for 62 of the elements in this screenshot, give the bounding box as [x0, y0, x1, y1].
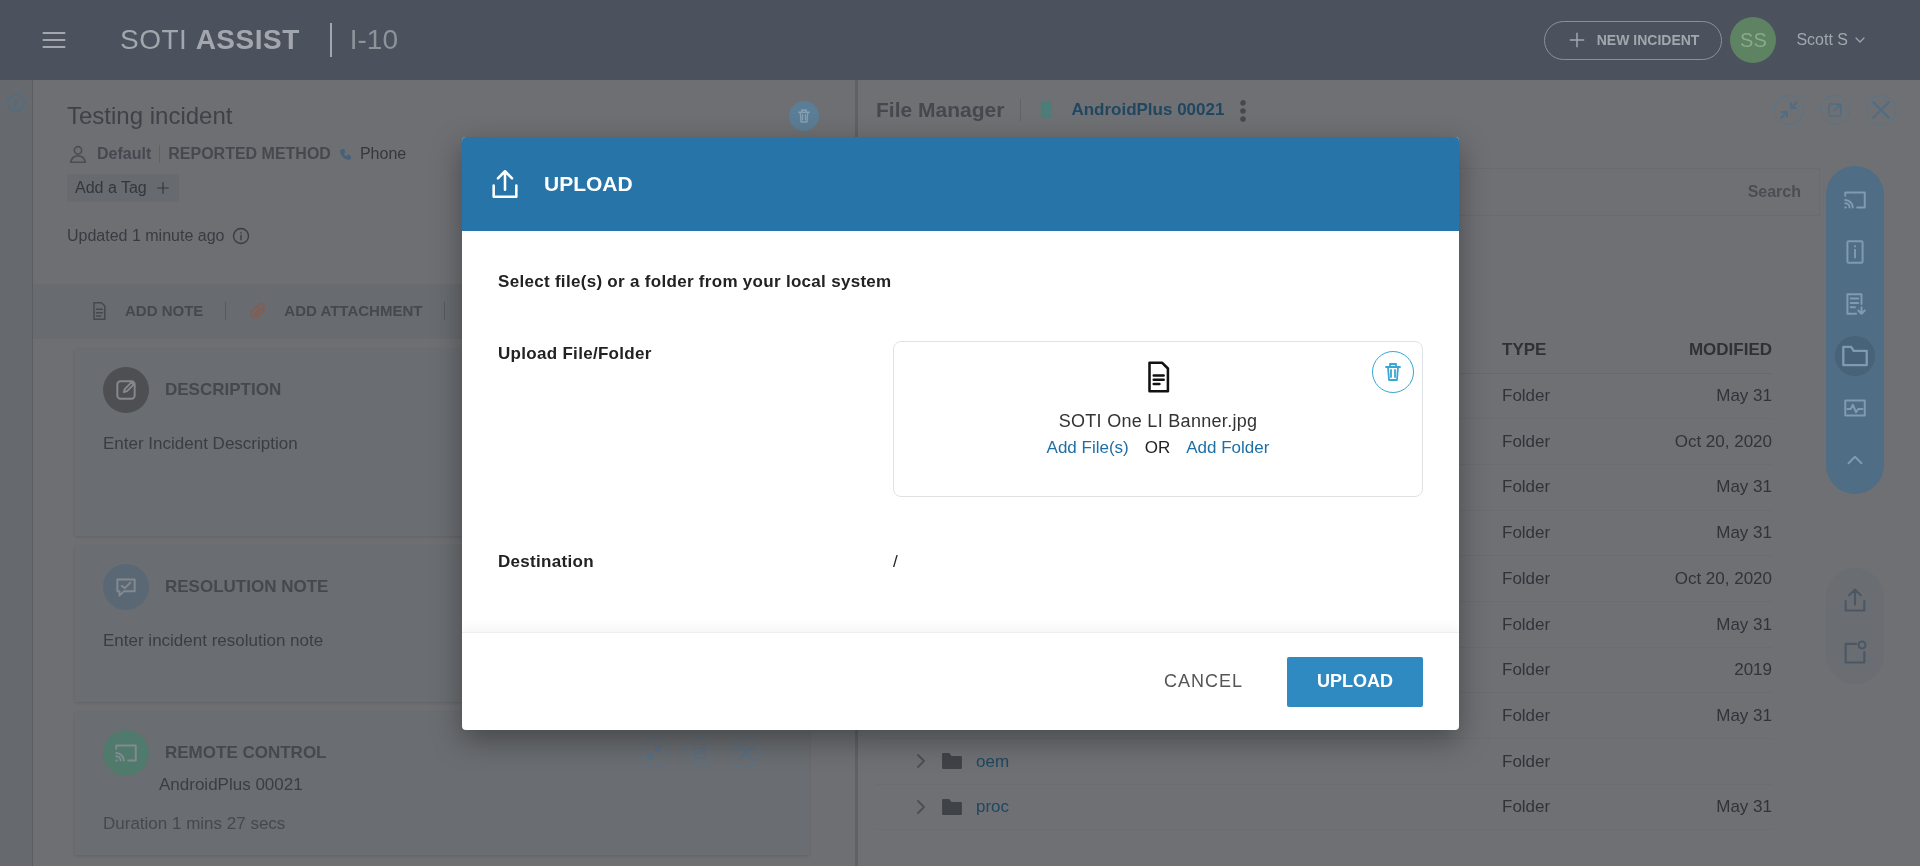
- more-options-button[interactable]: [1240, 97, 1247, 122]
- modified-date: 2019: [1734, 660, 1772, 680]
- pop-out-icon: [692, 744, 708, 761]
- modified-date: May 31: [1716, 386, 1772, 406]
- file-type: Folder: [1502, 430, 1552, 453]
- instruction-text: Select file(s) or a folder from your local system: [498, 271, 893, 293]
- folder-icon: [942, 751, 962, 772]
- file-name[interactable]: oem: [976, 748, 1010, 775]
- file-name[interactable]: proc: [976, 794, 1010, 820]
- trash-icon: [795, 107, 813, 125]
- incident-id: I-10: [349, 23, 398, 57]
- add-folder-link[interactable]: Add Folder: [1186, 434, 1270, 460]
- folder-icon: [942, 797, 962, 818]
- file-type: Folder: [1502, 704, 1552, 727]
- destination-path: /: [893, 550, 898, 573]
- drop-zone[interactable]: SOTI One LI Banner.jpg Add File(s) OR Add Folder: [893, 340, 1423, 497]
- remove-file-button[interactable]: [1372, 350, 1414, 393]
- phone-icon: [338, 147, 352, 161]
- cancel-button[interactable]: CANCEL: [1159, 660, 1247, 703]
- file-type: Folder: [1502, 476, 1552, 499]
- modified-date: May 31: [1716, 523, 1772, 543]
- plus-icon: [154, 180, 171, 196]
- upload-button[interactable]: UPLOAD: [1287, 656, 1423, 707]
- minimize-icon: [646, 744, 662, 761]
- modified-date: May 31: [1716, 797, 1772, 817]
- file-type: Folder: [1502, 796, 1552, 819]
- field-label: Destination: [498, 550, 595, 573]
- file-name: SOTI One LI Banner.jpg: [1058, 409, 1258, 433]
- user-menu[interactable]: Scott S: [1784, 22, 1880, 58]
- or-text: OR: [1144, 436, 1171, 459]
- modified-date: May 31: [1716, 614, 1772, 634]
- file-type: Folder: [1502, 613, 1552, 636]
- person-icon: [67, 143, 89, 165]
- chevron-right-icon: [914, 800, 928, 815]
- close-icon: [1872, 100, 1890, 119]
- more-icon: [1240, 99, 1247, 122]
- file-type: Folder: [1502, 385, 1552, 408]
- modified-date: Oct 20, 2020: [1674, 568, 1772, 588]
- delete-button[interactable]: [789, 101, 819, 131]
- modified-date: May 31: [1716, 705, 1772, 725]
- close-icon: [738, 744, 754, 761]
- info-icon: [232, 227, 251, 245]
- minimize-icon: [1780, 100, 1798, 119]
- dialog-title: UPLOAD: [544, 171, 633, 198]
- file-type: Folder: [1502, 659, 1552, 682]
- file-type: Folder: [1502, 567, 1552, 590]
- tool-button[interactable]: [1835, 336, 1875, 376]
- folder-icon: [1842, 343, 1868, 369]
- modified-date: May 31: [1716, 477, 1772, 497]
- field-label: Upload File/Folder: [498, 342, 653, 365]
- file-type: Folder: [1502, 750, 1552, 773]
- app-logo: SOTI ASSIST: [120, 23, 300, 57]
- modified-date: Oct 20, 2020: [1674, 431, 1772, 451]
- column-header: TYPE: [1502, 339, 1548, 362]
- pop-out-icon: [1826, 100, 1844, 119]
- chevron-right-icon: [6, 92, 26, 113]
- reported-method-value: Phone: [359, 144, 407, 164]
- chevron-right-icon: [914, 754, 928, 769]
- device-link[interactable]: AndroidPlus 00021: [1071, 97, 1225, 123]
- column-header: MODIFIED: [1687, 339, 1772, 362]
- file-type: Folder: [1502, 522, 1552, 545]
- add-files-link[interactable]: Add File(s): [1046, 434, 1129, 460]
